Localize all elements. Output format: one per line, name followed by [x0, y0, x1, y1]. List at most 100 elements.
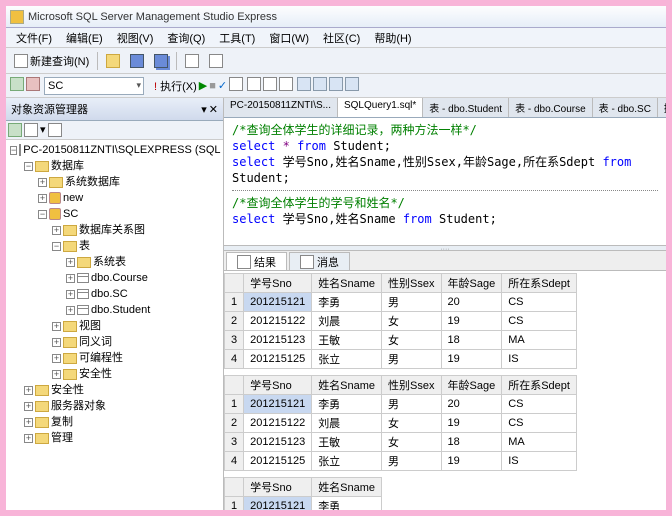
options-button[interactable]: [229, 77, 243, 94]
outdent-icon: [345, 77, 359, 91]
menu-help[interactable]: 帮助(H): [368, 28, 417, 48]
comment-button[interactable]: [297, 77, 311, 94]
tree-replication-node[interactable]: +复制: [24, 414, 221, 430]
tree-tables-node[interactable]: −表: [52, 238, 221, 254]
execute-button[interactable]: ! 执行(X): [154, 78, 197, 94]
tree-db-sc[interactable]: −SC: [38, 206, 221, 222]
tree-systables-node[interactable]: +系统表: [66, 254, 221, 270]
execute-icon: !: [154, 81, 157, 93]
database-icon: [49, 208, 61, 220]
pane-close-icon[interactable]: ✕: [209, 103, 218, 116]
save-button[interactable]: [126, 52, 148, 70]
menu-community[interactable]: 社区(C): [317, 28, 366, 48]
title-bar: Microsoft SQL Server Management Studio E…: [6, 6, 666, 28]
results-file-button[interactable]: [279, 77, 293, 94]
toolbar-dropdown-icon[interactable]: ▾: [40, 123, 46, 137]
object-tree[interactable]: −PC-20150811ZNTI\SQLEXPRESS (SQL Ser −数据…: [6, 140, 223, 510]
tree-synonyms-node[interactable]: +同义词: [52, 334, 221, 350]
results-grid-button[interactable]: [263, 77, 277, 94]
grid-icon: [263, 77, 277, 91]
menu-view[interactable]: 视图(V): [111, 28, 160, 48]
tab-summary[interactable]: 摘要: [658, 98, 666, 117]
tab-messages[interactable]: 消息: [289, 252, 350, 270]
sql-comment-2: /*查询全体学生的学号和姓名*/: [232, 196, 405, 210]
indent-button[interactable]: [329, 77, 343, 94]
folder-icon: [63, 321, 77, 332]
refresh-icon[interactable]: [24, 123, 38, 137]
save-all-icon: [154, 54, 168, 68]
menu-query[interactable]: 查询(Q): [161, 28, 211, 48]
tab-sc[interactable]: 表 - dbo.SC: [593, 98, 658, 117]
new-query-button[interactable]: 新建查询(N): [10, 51, 93, 71]
tree-views-node[interactable]: +视图: [52, 318, 221, 334]
tab-results[interactable]: 结果: [226, 252, 287, 270]
tree-server-node[interactable]: −PC-20150811ZNTI\SQLEXPRESS (SQL Ser: [10, 142, 221, 158]
menu-file[interactable]: 文件(F): [10, 28, 58, 48]
stop-button[interactable]: ■: [209, 80, 216, 92]
table-row[interactable]: 2201215122刘晨女19CS: [225, 414, 577, 433]
results-text-button[interactable]: [247, 77, 261, 94]
tab-course[interactable]: 表 - dbo.Course: [509, 98, 593, 117]
pane-dropdown-icon[interactable]: ▾: [201, 103, 207, 116]
connect-icon[interactable]: [8, 123, 22, 137]
results-icon: [237, 255, 251, 269]
sql-editor[interactable]: /*查询全体学生的详细记录，两种方法一样*/ select * from Stu…: [224, 118, 666, 246]
open-button[interactable]: [102, 52, 124, 70]
tree-diagrams-node[interactable]: +数据库关系图: [52, 222, 221, 238]
menu-window[interactable]: 窗口(W): [263, 28, 315, 48]
tree-table-student[interactable]: +dbo.Student: [66, 302, 221, 318]
database-combo[interactable]: SC: [44, 77, 144, 95]
tree-systemdb-node[interactable]: +系统数据库: [38, 174, 221, 190]
tree-management-node[interactable]: +管理: [24, 430, 221, 446]
save-icon: [130, 54, 144, 68]
stop-icon: ■: [209, 80, 216, 92]
table-row[interactable]: 4201215125张立男19IS: [225, 350, 577, 369]
parse-button[interactable]: ✓: [218, 79, 227, 92]
object-explorer-toolbar: ▾: [6, 121, 223, 140]
disconnect-icon: [26, 77, 40, 91]
result-grid-3[interactable]: 学号Sno姓名Sname1201215121李勇2201215122刘晨3201…: [224, 477, 382, 510]
save-all-button[interactable]: [150, 52, 172, 70]
result-grid-2[interactable]: 学号Sno姓名Sname性别Ssex年龄Sage所在系Sdept12012151…: [224, 375, 577, 471]
tab-connection[interactable]: PC-20150811ZNTI\S...: [224, 98, 338, 117]
new-query-label: 新建查询(N): [30, 53, 89, 69]
tab-student[interactable]: 表 - dbo.Student: [423, 98, 509, 117]
menu-edit[interactable]: 编辑(E): [60, 28, 109, 48]
table-row[interactable]: 3201215123王敏女18MA: [225, 331, 577, 350]
folder-icon: [63, 225, 77, 236]
database-combo-value: SC: [48, 80, 63, 92]
sql-comment-1: /*查询全体学生的详细记录，两种方法一样*/: [232, 123, 477, 137]
table-row[interactable]: 1201215121李勇男20CS: [225, 293, 577, 312]
object-explorer-title: 对象资源管理器: [11, 101, 88, 117]
tree-serverobjects-node[interactable]: +服务器对象: [24, 398, 221, 414]
object-explorer: 对象资源管理器 ▾ ✕ ▾ −PC-20150811ZNTI\SQLEXPRES…: [6, 98, 224, 510]
debug-button[interactable]: ▶: [199, 79, 207, 92]
table-row[interactable]: 4201215125张立男19IS: [225, 452, 577, 471]
uncomment-button[interactable]: [313, 77, 327, 94]
database-icon: [49, 192, 61, 204]
change-connection-button[interactable]: [10, 77, 24, 94]
tree-db-new[interactable]: +new: [38, 190, 221, 206]
table-row[interactable]: 2201215122刘晨女19CS: [225, 312, 577, 331]
object-explorer-button[interactable]: [205, 52, 227, 70]
outdent-button[interactable]: [345, 77, 359, 94]
table-row[interactable]: 1201215121李勇男20CS: [225, 395, 577, 414]
tree-table-sc[interactable]: +dbo.SC: [66, 286, 221, 302]
filter-icon[interactable]: [48, 123, 62, 137]
disconnect-button[interactable]: [26, 77, 40, 94]
tree-table-course[interactable]: +dbo.Course: [66, 270, 221, 286]
tree-programmability-node[interactable]: +可编程性: [52, 350, 221, 366]
tab-sqlquery[interactable]: SQLQuery1.sql*: [338, 98, 423, 117]
tree-databases-node[interactable]: −数据库: [24, 158, 221, 174]
folder-icon: [35, 161, 49, 172]
folder-icon: [35, 417, 49, 428]
properties-button[interactable]: [181, 52, 203, 70]
menu-bar: 文件(F) 编辑(E) 视图(V) 查询(Q) 工具(T) 窗口(W) 社区(C…: [6, 28, 666, 48]
table-row[interactable]: 3201215123王敏女18MA: [225, 433, 577, 452]
result-grid-1[interactable]: 学号Sno姓名Sname性别Ssex年龄Sage所在系Sdept12012151…: [224, 273, 577, 369]
new-query-icon: [14, 54, 28, 68]
tree-security-inner-node[interactable]: +安全性: [52, 366, 221, 382]
tree-security-node[interactable]: +安全性: [24, 382, 221, 398]
table-row[interactable]: 1201215121李勇: [225, 497, 382, 511]
menu-tools[interactable]: 工具(T): [213, 28, 261, 48]
